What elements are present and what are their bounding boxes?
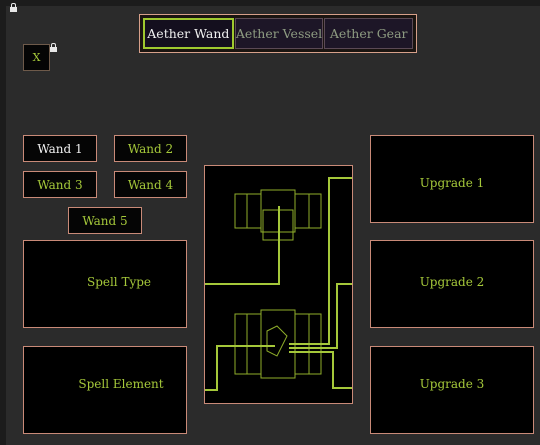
spell-type-slot[interactable]: Spell Type xyxy=(23,240,187,328)
window-frame-left xyxy=(0,0,6,445)
tab-aether-wand[interactable]: Aether Wand xyxy=(143,18,234,49)
tab-aether-vessel[interactable]: Aether Vessel xyxy=(234,18,324,49)
wand-circuit-diagram xyxy=(205,177,352,391)
upgrade-1-label: Upgrade 1 xyxy=(419,175,485,190)
wand-schematic xyxy=(204,165,353,404)
lock-icon xyxy=(50,43,57,53)
spell-element-label: Spell Element xyxy=(78,377,164,391)
upgrade-2-slot[interactable]: Upgrade 2 xyxy=(370,240,534,328)
close-button[interactable]: X xyxy=(23,44,50,71)
tab-aether-gear[interactable]: Aether Gear xyxy=(324,18,414,49)
spell-element-slot[interactable]: Spell Element xyxy=(23,346,187,434)
upgrade-2-label: Upgrade 2 xyxy=(419,275,485,289)
wand-3-button[interactable]: Wand 3 xyxy=(23,171,97,198)
wand-1-button[interactable]: Wand 1 xyxy=(23,135,97,162)
wand-2-button[interactable]: Wand 2 xyxy=(114,135,187,162)
wand-4-button[interactable]: Wand 4 xyxy=(114,171,187,198)
spell-type-label: Spell Type xyxy=(86,275,152,289)
upgrade-3-slot[interactable]: Upgrade 3 xyxy=(370,346,534,434)
upgrade-3-label: Upgrade 3 xyxy=(419,377,485,391)
upgrade-1-slot[interactable]: Upgrade 1 xyxy=(370,135,534,223)
lock-icon xyxy=(10,3,17,13)
tab-bar: Aether Wand Aether Vessel Aether Gear xyxy=(139,14,417,53)
window-frame-top xyxy=(0,0,540,6)
wand-5-button[interactable]: Wand 5 xyxy=(68,207,142,234)
